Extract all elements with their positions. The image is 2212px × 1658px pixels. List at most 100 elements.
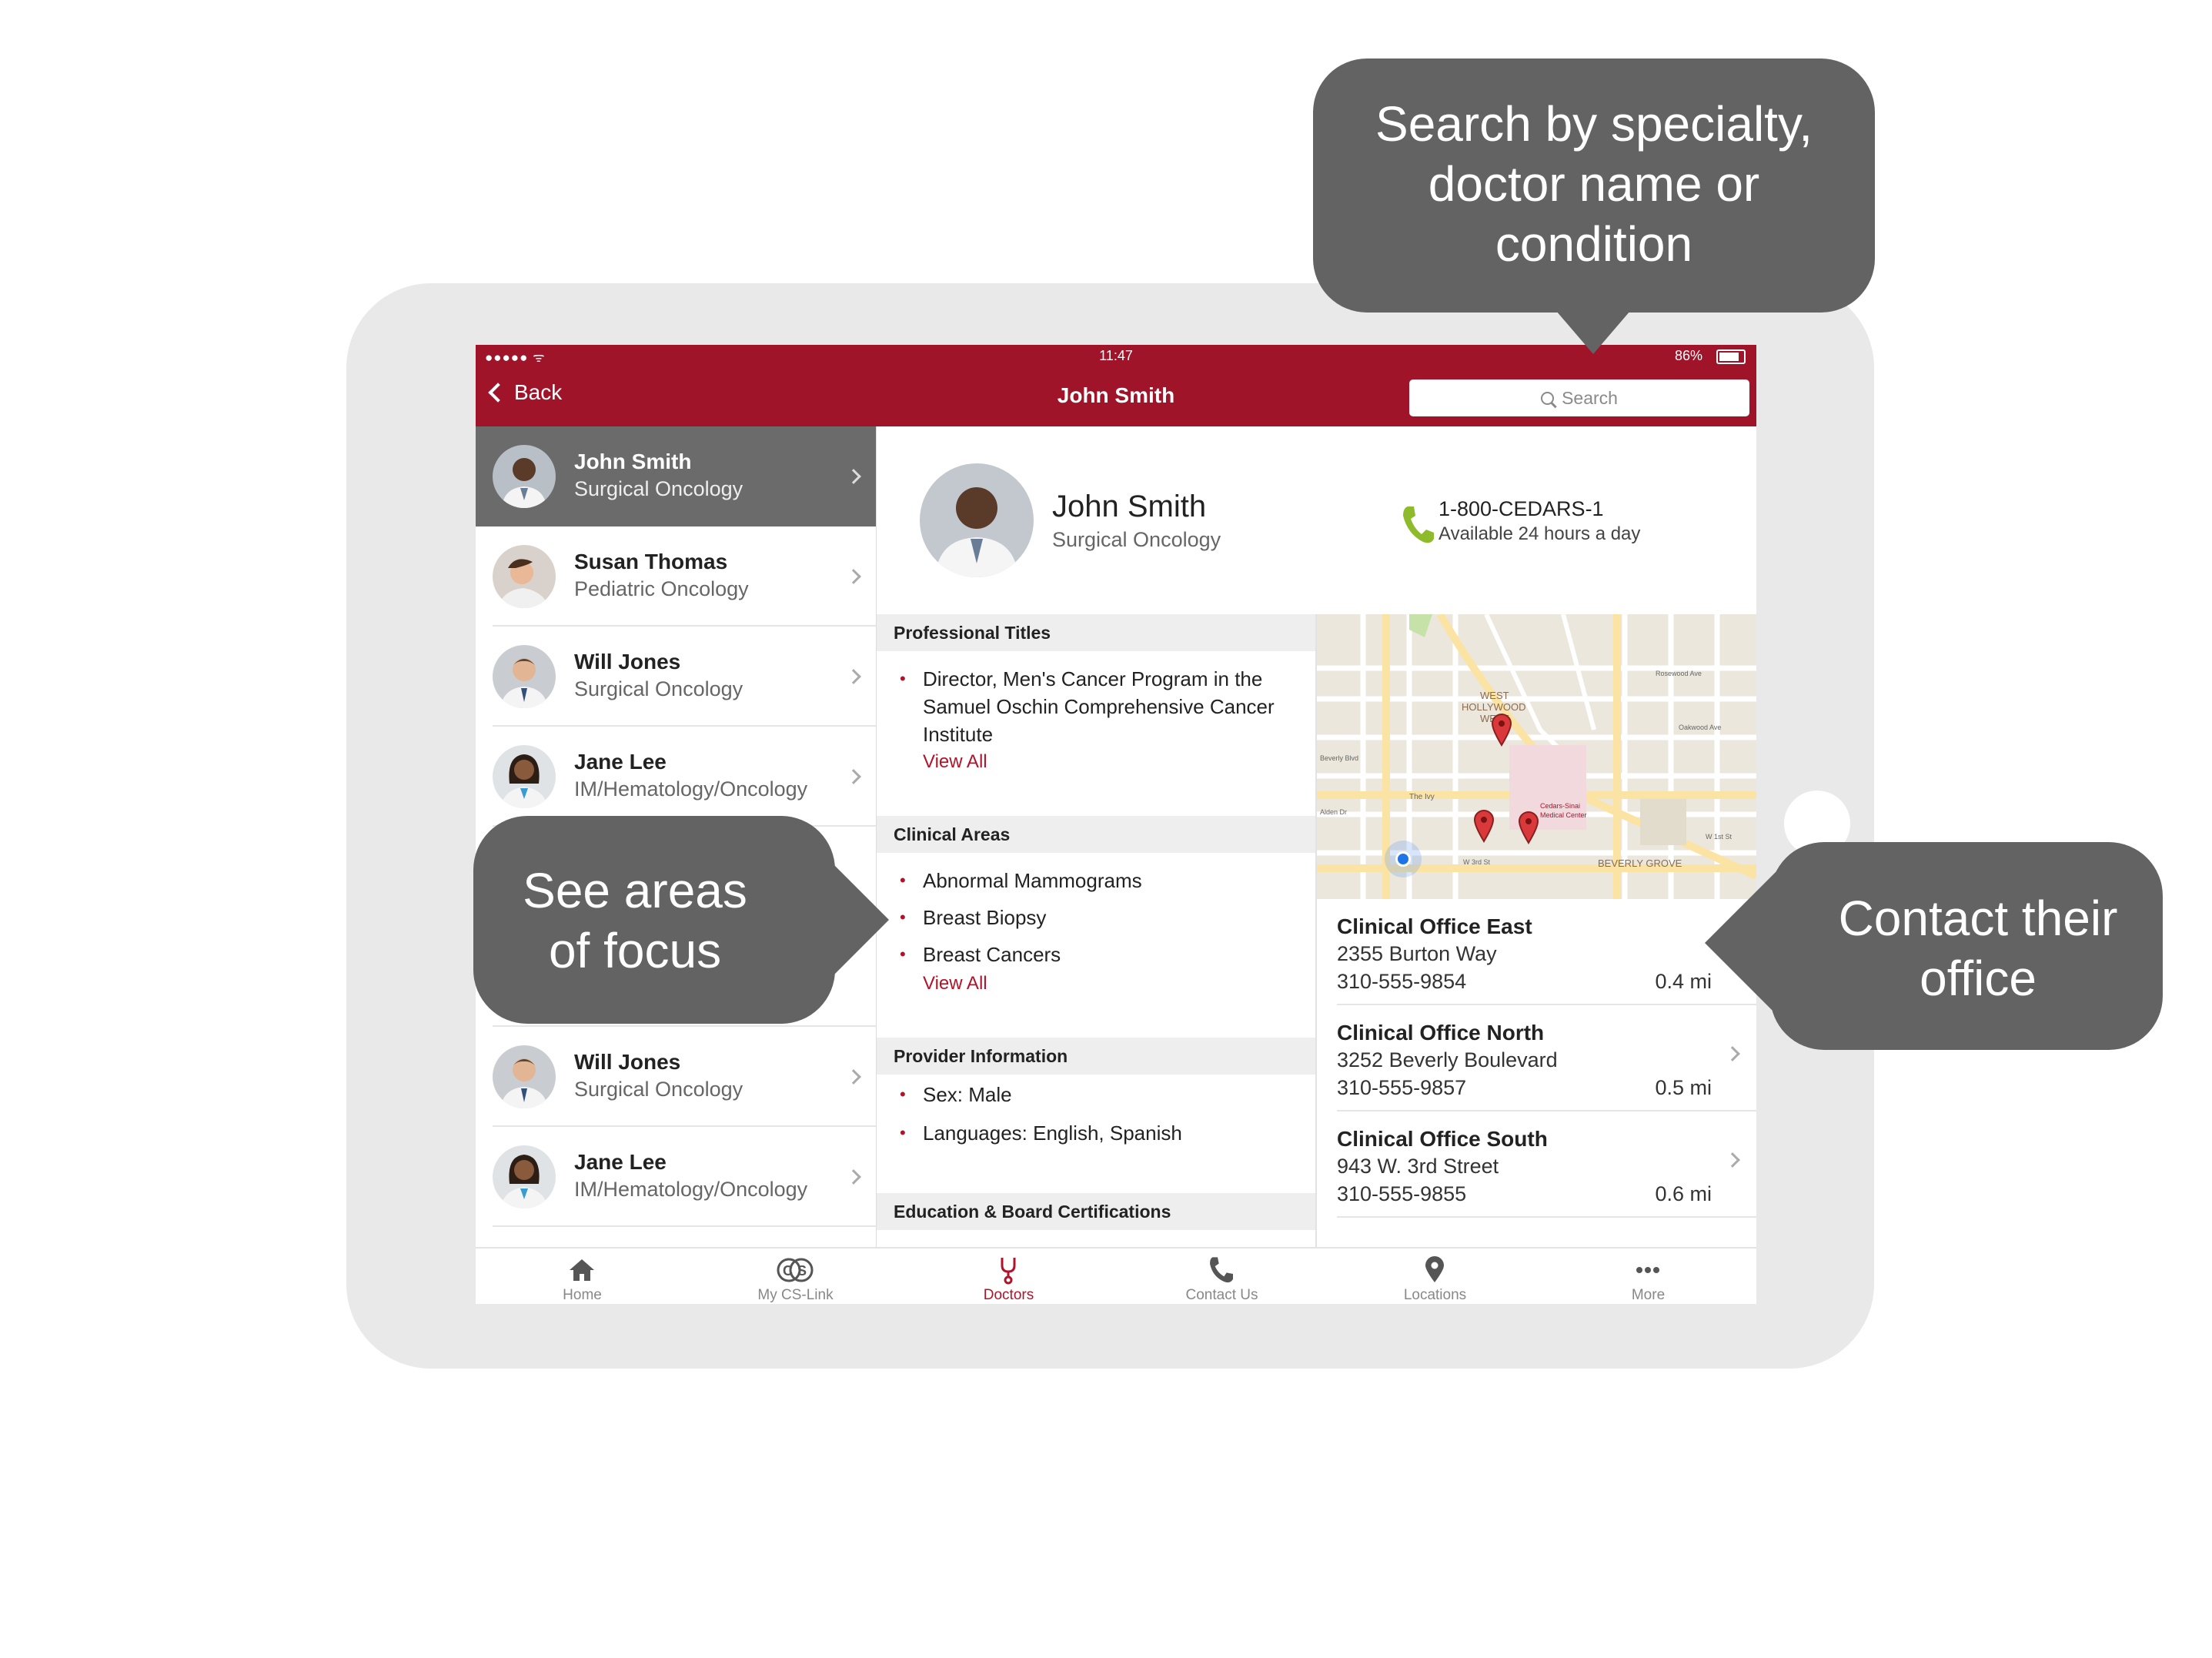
doctor-list-item[interactable]: Jane Lee IM/Hematology/Oncology — [476, 1127, 876, 1227]
view-all-link[interactable]: View All — [923, 751, 987, 773]
doctor-specialty: Surgical Oncology — [574, 677, 743, 700]
list-item: Languages: English, Spanish — [900, 1119, 1300, 1147]
chevron-right-icon — [846, 769, 861, 784]
doctor-specialty: Surgical Oncology — [574, 1078, 743, 1101]
list-item: Director, Men's Cancer Program in the Sa… — [900, 665, 1300, 748]
svg-text:Beverly Blvd: Beverly Blvd — [1320, 754, 1358, 762]
office-phone[interactable]: 310-555-9855 — [1337, 1182, 1466, 1206]
avatar — [493, 445, 556, 508]
office-address: 2355 Burton Way — [1337, 942, 1497, 965]
section-header-clinical-areas: Clinical Areas — [877, 816, 1315, 853]
location-pin-icon — [1425, 1256, 1444, 1282]
list-item: Abnormal Mammograms — [900, 867, 1300, 894]
chevron-right-icon — [846, 469, 861, 484]
section-header-education: Education & Board Certifications — [877, 1193, 1315, 1230]
doctor-list-item[interactable]: Will Jones Surgical Oncology — [476, 1027, 876, 1127]
tab-locations[interactable]: Locations — [1328, 1249, 1542, 1304]
doctor-name: Will Jones — [574, 650, 681, 674]
tab-contact-us[interactable]: Contact Us — [1115, 1249, 1328, 1304]
divider — [493, 1225, 876, 1227]
doctor-specialty: Pediatric Oncology — [574, 577, 749, 600]
doctor-specialty: Surgical Oncology — [574, 477, 743, 500]
office-list-item[interactable]: Clinical Office East 2355 Burton Way 310… — [1317, 899, 1756, 1005]
doctor-list-item[interactable]: Susan Thomas Pediatric Oncology — [476, 526, 876, 627]
office-distance: 0.6 mi — [1655, 1182, 1712, 1205]
doctor-specialty: IM/Hematology/Oncology — [574, 777, 808, 801]
avatar — [493, 545, 556, 608]
battery-icon — [1716, 349, 1746, 364]
stethoscope-icon — [1001, 1258, 1016, 1285]
profile-avatar — [920, 463, 1034, 577]
office-name: Clinical Office North — [1337, 1021, 1545, 1045]
office-list-item[interactable]: Clinical Office North 3252 Beverly Boule… — [1317, 1005, 1756, 1111]
search-placeholder: Search — [1562, 387, 1618, 408]
doctor-name: Jane Lee — [574, 750, 667, 774]
search-input[interactable]: Search — [1409, 379, 1749, 416]
profile-phone[interactable]: 1-800-CEDARS-1 — [1438, 497, 1604, 521]
tab-home[interactable]: Home — [476, 1249, 689, 1304]
avatar — [493, 1145, 556, 1208]
svg-text:BEVERLY GROVE: BEVERLY GROVE — [1598, 857, 1682, 869]
details-column: Professional Titles Director, Men's Canc… — [877, 614, 1317, 1247]
more-icon — [1636, 1267, 1659, 1273]
phone-icon — [1210, 1257, 1233, 1283]
svg-text:Cedars-Sinai: Cedars-Sinai — [1540, 802, 1580, 810]
tab-doctors[interactable]: Doctors — [902, 1249, 1115, 1304]
tab-label: Doctors — [983, 1287, 1034, 1303]
callout-search: Search by specialty, doctor name or cond… — [1313, 58, 1875, 313]
section-header-provider-information: Provider Information — [877, 1038, 1315, 1075]
office-address: 3252 Beverly Boulevard — [1337, 1048, 1558, 1071]
callout-pointer — [1705, 870, 1778, 1016]
cs-link-icon: CS — [777, 1258, 814, 1282]
svg-text:C: C — [783, 1263, 793, 1279]
tab-bar: Home CS My CS-Link Doctors Contact Us Lo… — [476, 1247, 1756, 1304]
avatar — [493, 745, 556, 808]
divider — [1337, 1216, 1756, 1218]
phone-icon[interactable] — [1400, 503, 1437, 550]
avatar — [493, 1045, 556, 1108]
profile-availability: Available 24 hours a day — [1438, 523, 1641, 544]
tab-more[interactable]: More — [1542, 1249, 1755, 1304]
tab-my-cs-link[interactable]: CS My CS-Link — [689, 1249, 902, 1304]
chevron-right-icon — [846, 669, 861, 684]
svg-text:S: S — [797, 1263, 807, 1279]
svg-text:HOLLYWOOD: HOLLYWOOD — [1462, 701, 1526, 713]
tab-label: More — [1631, 1287, 1666, 1303]
office-address: 943 W. 3rd Street — [1337, 1155, 1499, 1178]
profile-name: John Smith — [1052, 490, 1207, 523]
avatar — [493, 645, 556, 708]
doctor-list-item[interactable]: Jane Lee IM/Hematology/Oncology — [476, 727, 876, 827]
home-icon — [570, 1259, 594, 1281]
svg-text:W 1st St: W 1st St — [1706, 833, 1733, 841]
list-item: Breast Biopsy — [900, 904, 1300, 931]
office-name: Clinical Office East — [1337, 914, 1532, 938]
office-map[interactable]: WEST HOLLYWOOD WEST BEVERLY GROVE The Iv… — [1317, 614, 1756, 899]
chevron-right-icon — [1725, 1046, 1740, 1061]
doctor-name: Susan Thomas — [574, 550, 728, 573]
office-phone[interactable]: 310-555-9854 — [1337, 970, 1466, 994]
office-list-item[interactable]: Clinical Office South 943 W. 3rd Street … — [1317, 1111, 1756, 1218]
chevron-right-icon — [846, 1069, 861, 1085]
doctor-profile-header: John Smith Surgical Oncology 1-800-CEDAR… — [877, 426, 1756, 614]
office-name: Clinical Office South — [1337, 1127, 1548, 1151]
svg-text:Oakwood Ave: Oakwood Ave — [1679, 724, 1721, 731]
chevron-right-icon — [1725, 1152, 1740, 1168]
svg-text:WEST: WEST — [1480, 690, 1509, 701]
list-item: Sex: Male — [900, 1081, 1300, 1108]
chevron-right-icon — [846, 1169, 861, 1185]
callout-focus: See areas of focus — [473, 816, 835, 1024]
doctor-list-item[interactable]: John Smith Surgical Oncology — [476, 426, 876, 526]
office-distance: 0.5 mi — [1655, 1076, 1712, 1099]
office-phone[interactable]: 310-555-9857 — [1337, 1076, 1466, 1100]
doctor-list-item[interactable]: Will Jones Surgical Oncology — [476, 627, 876, 727]
tab-label: My CS-Link — [757, 1287, 834, 1303]
battery-percent: 86% — [1675, 348, 1703, 363]
svg-text:The Ivy: The Ivy — [1409, 793, 1435, 801]
tab-label: Contact Us — [1185, 1287, 1258, 1303]
profile-specialty: Surgical Oncology — [1052, 528, 1221, 551]
list-item: Breast Cancers — [900, 941, 1300, 968]
view-all-link[interactable]: View All — [923, 973, 987, 994]
tab-label: Locations — [1403, 1287, 1467, 1303]
doctor-name: Jane Lee — [574, 1150, 667, 1174]
svg-text:W 3rd St: W 3rd St — [1463, 858, 1491, 866]
